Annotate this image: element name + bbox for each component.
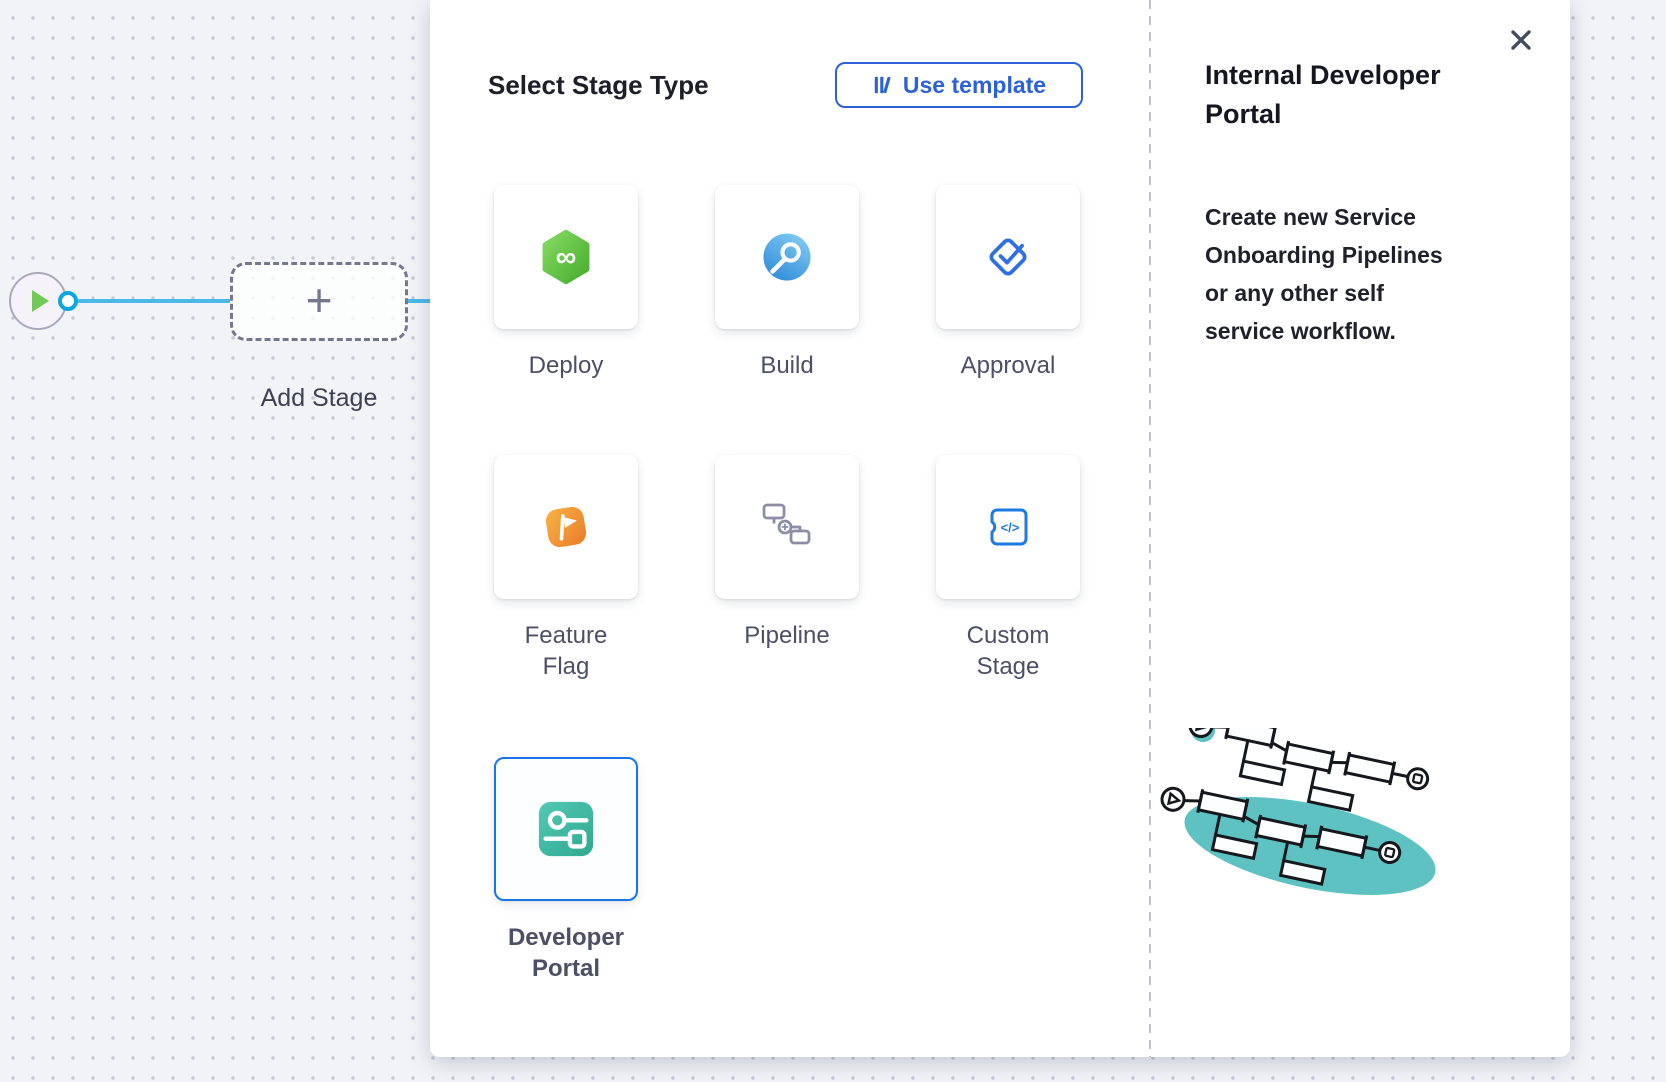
- library-icon: [872, 73, 894, 97]
- panel-divider: [1149, 0, 1151, 1057]
- stage-card-label: Deploy: [529, 350, 604, 381]
- approval-icon: [978, 227, 1038, 287]
- modal-title: Select Stage Type: [488, 70, 709, 101]
- stage-card-build[interactable]: [715, 185, 859, 329]
- developer-portal-icon: [535, 798, 597, 860]
- pipeline-icon: [760, 500, 814, 554]
- connector-line: [408, 299, 432, 303]
- stage-card-label: Build: [760, 350, 813, 381]
- stage-card-label: Developer Portal: [502, 922, 630, 984]
- add-stage-label: Add Stage: [229, 384, 409, 413]
- stage-card-label: Feature Flag: [502, 620, 630, 682]
- stage-card-deploy[interactable]: ∞: [494, 185, 638, 329]
- detail-panel-title: Internal Developer Portal: [1205, 56, 1497, 134]
- stage-card-approval[interactable]: [936, 185, 1080, 329]
- connector-line: [78, 299, 230, 303]
- stage-card-feature-flag[interactable]: [494, 455, 638, 599]
- feature-flag-icon: [537, 498, 595, 556]
- play-icon: [32, 290, 49, 312]
- stage-card-developer-portal[interactable]: [494, 757, 638, 901]
- close-button[interactable]: [1504, 24, 1538, 58]
- svg-text:∞: ∞: [556, 241, 577, 273]
- plus-icon: +: [306, 277, 333, 323]
- use-template-button[interactable]: Use template: [835, 62, 1083, 108]
- stage-card-label: Custom Stage: [944, 620, 1072, 682]
- stage-card-pipeline[interactable]: [715, 455, 859, 599]
- stage-card-custom-stage[interactable]: </>: [936, 455, 1080, 599]
- select-stage-modal: Select Stage Type Use template ∞ Deploy: [430, 0, 1570, 1057]
- pipelines-illustration: [1158, 728, 1458, 933]
- svg-text:</>: </>: [1001, 520, 1020, 535]
- build-icon: [758, 228, 816, 286]
- connector-node: [58, 291, 78, 311]
- detail-panel-description: Create new Service Onboarding Pipelines …: [1205, 198, 1467, 350]
- custom-stage-icon: </>: [981, 500, 1035, 554]
- deploy-icon: ∞: [536, 227, 596, 287]
- stage-card-label: Approval: [961, 350, 1056, 381]
- stage-card-label: Pipeline: [744, 620, 829, 651]
- use-template-label: Use template: [903, 72, 1046, 99]
- close-icon: [1505, 24, 1537, 56]
- pipeline-canvas: + Add Stage Select Stage Type Use templa…: [0, 0, 1666, 1082]
- add-stage-button[interactable]: +: [230, 262, 408, 341]
